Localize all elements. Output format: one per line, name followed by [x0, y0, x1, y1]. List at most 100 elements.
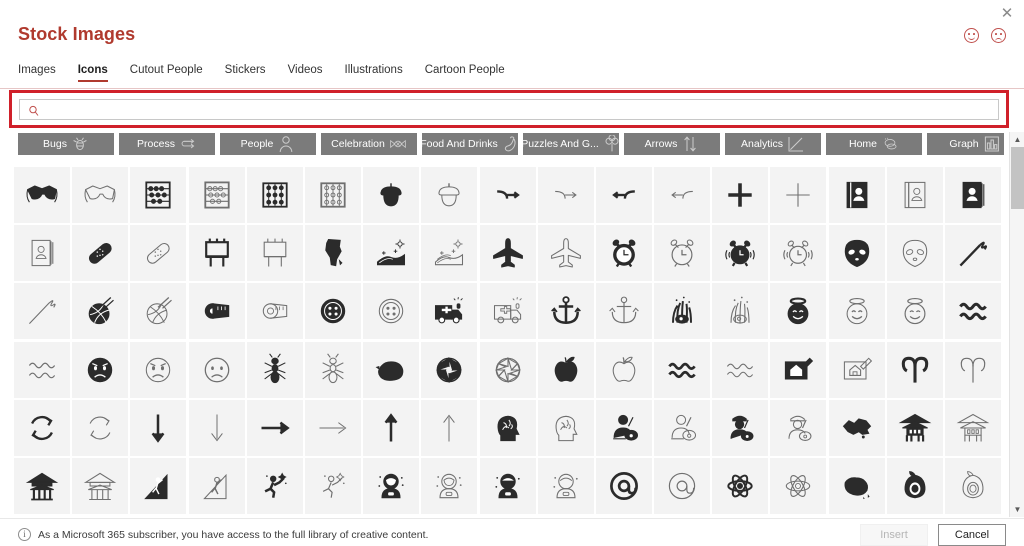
icon-cell-artist-outline[interactable]	[654, 399, 711, 456]
icon-cell-advertising-board-outline[interactable]	[246, 225, 303, 282]
category-chip-food-and-drinks[interactable]: Food And Drinks	[422, 133, 518, 155]
icon-cell-avocado-outline[interactable]	[945, 457, 1001, 514]
icon-cell-aries-outline[interactable]	[945, 341, 1001, 398]
icon-cell-angel-face-outline[interactable]	[828, 283, 885, 340]
icon-cell-advertising-board-filled[interactable]	[188, 225, 245, 282]
icon-cell-anemone-filled[interactable]	[654, 283, 711, 340]
category-chip-process[interactable]: Process	[119, 133, 215, 155]
icon-cell-plus-outline[interactable]	[770, 167, 827, 223]
icon-cell-arrow-right-filled[interactable]	[246, 399, 303, 456]
icon-cell-aquarius-2-outline[interactable]	[712, 341, 769, 398]
icon-cell-brain-head-filled[interactable]	[479, 399, 536, 456]
icon-cell-anemone-outline[interactable]	[712, 283, 769, 340]
icon-cell-arrow-down-outline[interactable]	[188, 399, 245, 456]
icon-cell-acorn-outline[interactable]	[421, 167, 478, 223]
icon-cell-climber-filled[interactable]	[130, 457, 187, 514]
scroll-down-icon[interactable]: ▼	[1010, 502, 1024, 517]
icon-cell-angel-face-2-outline[interactable]	[886, 283, 943, 340]
icon-cell-aquarius-filled[interactable]	[945, 283, 1001, 340]
icon-cell-artist-2-filled[interactable]	[712, 399, 769, 456]
icon-cell-airplane-outline[interactable]	[537, 225, 594, 282]
icon-cell-brain-head-outline[interactable]	[537, 399, 594, 456]
tab-cutout-people[interactable]: Cutout People	[130, 64, 217, 82]
icon-cell-apple-outline[interactable]	[595, 341, 652, 398]
frown-feedback-icon[interactable]	[991, 28, 1006, 43]
icon-cell-needle-thread-outline[interactable]	[14, 283, 70, 340]
category-chip-analytics[interactable]: Analytics	[725, 133, 821, 155]
icon-cell-astronaut-outline[interactable]	[421, 457, 478, 514]
tab-images[interactable]: Images	[18, 64, 70, 82]
icon-cell-antarctica-filled[interactable]	[363, 341, 420, 398]
icon-cell-tape-measure-outline[interactable]	[246, 283, 303, 340]
tab-videos[interactable]: Videos	[288, 64, 337, 82]
icon-cell-alarm-clock-outline[interactable]	[654, 225, 711, 282]
icon-cell-artist-filled[interactable]	[595, 399, 652, 456]
tab-stickers[interactable]: Stickers	[225, 64, 280, 82]
icon-cell-pagoda-outline[interactable]	[72, 457, 129, 514]
icon-cell-acorn-filled[interactable]	[363, 167, 420, 223]
icon-cell-airplane-filled[interactable]	[479, 225, 536, 282]
icon-cell-ambulance-outline[interactable]	[479, 283, 536, 340]
icon-cell-turn-left-filled[interactable]	[595, 167, 652, 223]
icon-cell-plus-filled[interactable]	[712, 167, 769, 223]
tab-cartoon-people[interactable]: Cartoon People	[425, 64, 519, 82]
icon-cell-agriculture-outline[interactable]	[421, 225, 478, 282]
icon-cell-at-sign-filled[interactable]	[595, 457, 652, 514]
tab-icons[interactable]: Icons	[77, 64, 122, 82]
icon-cell-alarm-ringing-outline[interactable]	[770, 225, 827, 282]
icon-cell-avocado-filled[interactable]	[886, 457, 943, 514]
icon-cell-3d-glasses-outline[interactable]	[72, 167, 129, 223]
category-chip-home[interactable]: Home	[826, 133, 922, 155]
icon-cell-aries-filled[interactable]	[886, 341, 943, 398]
icon-cell-apple-filled[interactable]	[537, 341, 594, 398]
icon-cell-recycle-outline[interactable]	[72, 399, 129, 456]
icon-cell-asian-temple-outline[interactable]	[945, 399, 1001, 456]
icon-cell-angry-face-2-outline[interactable]	[188, 341, 245, 398]
category-chip-celebration[interactable]: Celebration	[321, 133, 417, 155]
icon-cell-abacus-filled[interactable]	[130, 167, 187, 223]
category-chip-graph[interactable]: Graph	[927, 133, 1004, 155]
icon-cell-runner-star-outline[interactable]	[304, 457, 361, 514]
search-box[interactable]	[19, 99, 999, 120]
icon-cell-atom-filled[interactable]	[712, 457, 769, 514]
icon-cell-atom-outline[interactable]	[770, 457, 827, 514]
scroll-up-icon[interactable]: ▲	[1010, 132, 1024, 147]
icon-cell-abacus-2-filled[interactable]	[246, 167, 303, 223]
icon-cell-turn-left-outline[interactable]	[654, 167, 711, 223]
icon-cell-angel-face-filled[interactable]	[770, 283, 827, 340]
icon-grid-scrollbar[interactable]: ▲ ▼	[1009, 132, 1024, 517]
icon-cell-anchor-outline[interactable]	[595, 283, 652, 340]
icon-cell-address-book-2-filled[interactable]	[945, 167, 1001, 223]
icon-cell-button-outline[interactable]	[363, 283, 420, 340]
icon-cell-aquarius-2-filled[interactable]	[654, 341, 711, 398]
icon-cell-pagoda-filled[interactable]	[14, 457, 70, 514]
icon-cell-astronaut-filled[interactable]	[363, 457, 420, 514]
icon-cell-aperture-filled[interactable]	[421, 341, 478, 398]
category-chip-puzzles-and-g[interactable]: Puzzles And G...	[523, 133, 619, 155]
icon-cell-africa-filled[interactable]	[304, 225, 361, 282]
close-icon[interactable]: ✕	[996, 2, 1018, 24]
icon-cell-ambulance-filled[interactable]	[421, 283, 478, 340]
icon-cell-turn-right-filled[interactable]	[479, 167, 536, 223]
icon-cell-asian-temple-filled[interactable]	[886, 399, 943, 456]
icon-cell-runner-star-filled[interactable]	[246, 457, 303, 514]
category-chip-people[interactable]: People	[220, 133, 316, 155]
icon-cell-tape-measure-filled[interactable]	[188, 283, 245, 340]
icon-cell-recycle-filled[interactable]	[14, 399, 70, 456]
category-chip-bugs[interactable]: Bugs	[18, 133, 114, 155]
icon-cell-astronaut-2-outline[interactable]	[537, 457, 594, 514]
icon-cell-ant-filled[interactable]	[246, 341, 303, 398]
search-input[interactable]	[46, 103, 990, 116]
icon-cell-astronaut-2-filled[interactable]	[479, 457, 536, 514]
icon-cell-address-book-outline[interactable]	[886, 167, 943, 223]
icon-cell-architecture-plan-filled[interactable]	[770, 341, 827, 398]
icon-cell-australia-filled[interactable]	[828, 457, 885, 514]
icon-cell-ant-outline[interactable]	[304, 341, 361, 398]
icon-cell-angry-face-filled[interactable]	[72, 341, 129, 398]
icon-cell-aperture-outline[interactable]	[479, 341, 536, 398]
icon-cell-agriculture-filled[interactable]	[363, 225, 420, 282]
icon-cell-3d-glasses-filled[interactable]	[14, 167, 70, 223]
icon-cell-at-sign-outline[interactable]	[654, 457, 711, 514]
category-chip-arrows[interactable]: Arrows	[624, 133, 720, 155]
icon-cell-arrow-up-filled[interactable]	[363, 399, 420, 456]
